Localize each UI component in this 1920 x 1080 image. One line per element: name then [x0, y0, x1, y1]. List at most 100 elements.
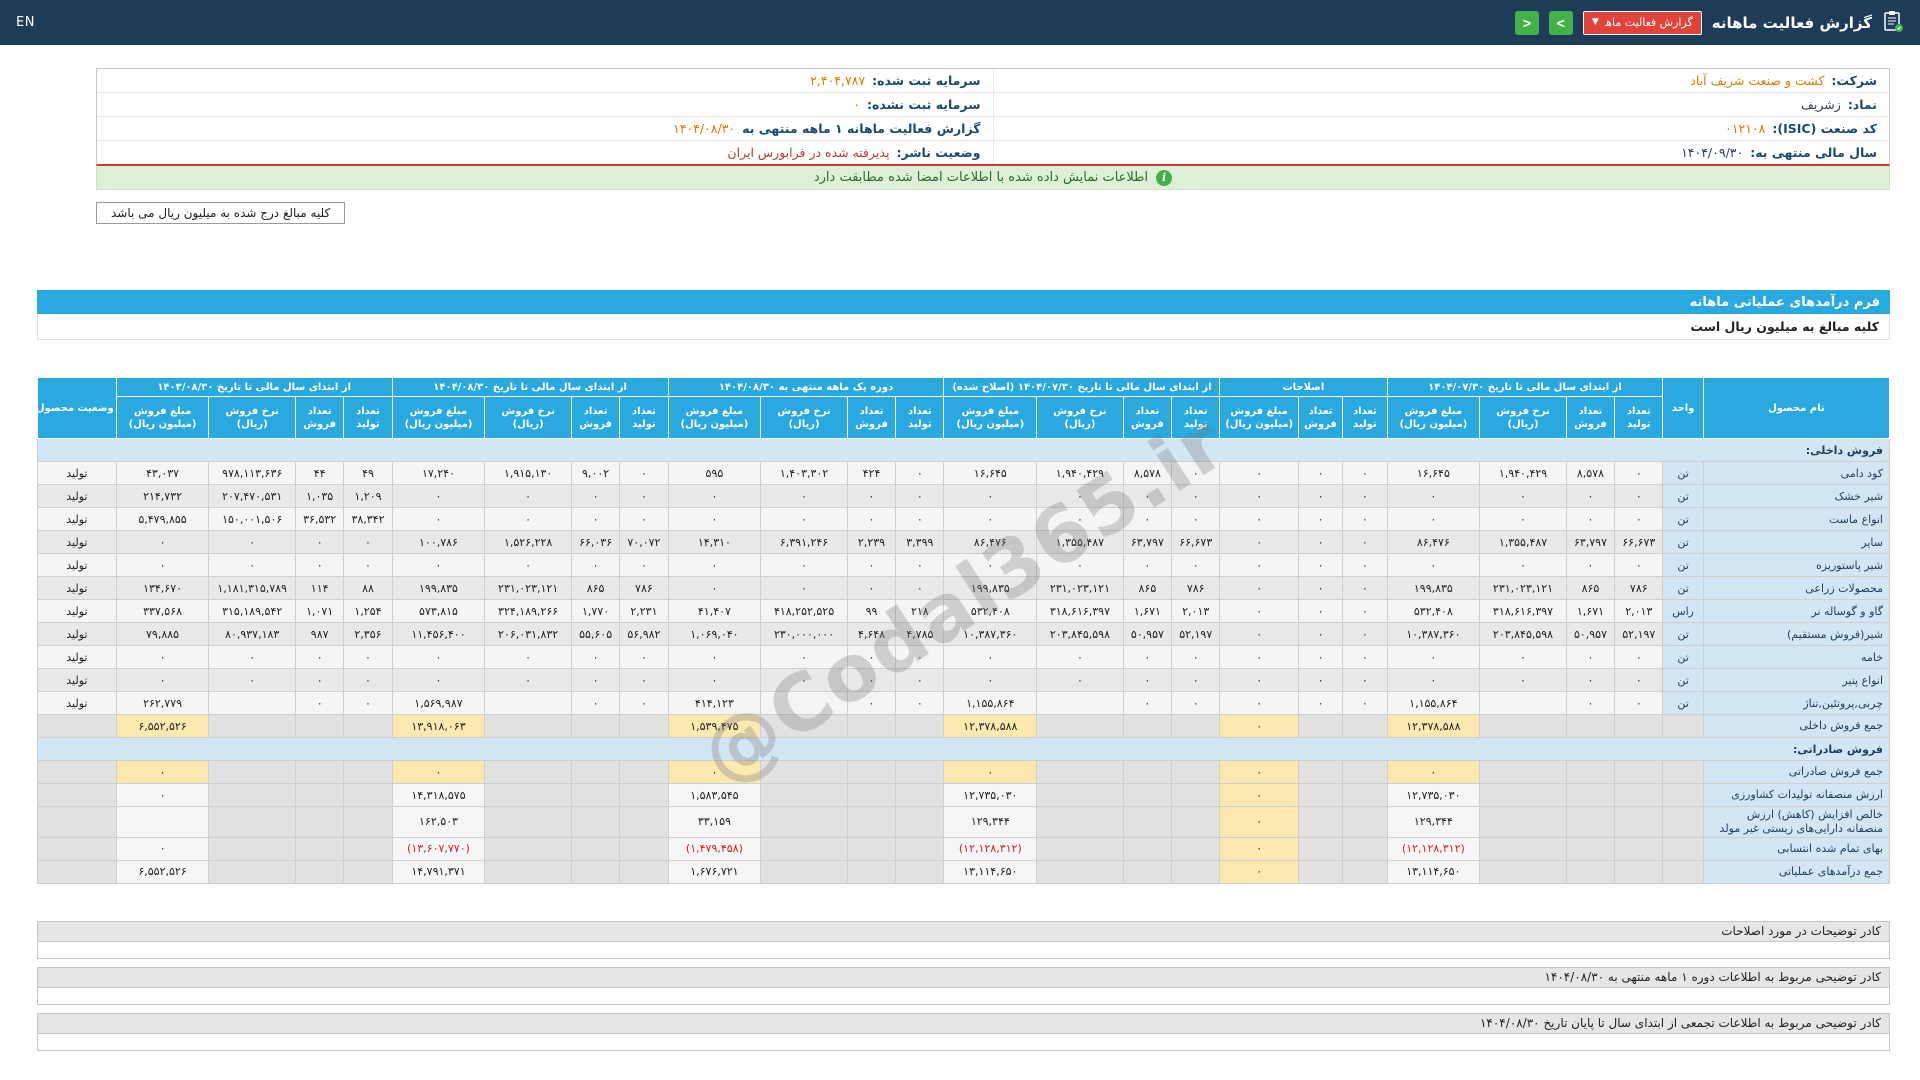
language-toggle[interactable]: EN	[16, 15, 35, 30]
previous-report-button[interactable]: >	[1515, 11, 1539, 35]
total-amount-cell: ۱۳,۱۱۴,۶۵۰	[944, 860, 1037, 883]
footnote-header-2: کادر توضیحی مربوط به اطلاعات تجمعی از اب…	[37, 1013, 1890, 1034]
chevron-down-icon: ▼	[1592, 18, 1599, 27]
blank-cell	[896, 715, 944, 738]
blank-cell	[571, 715, 619, 738]
value-cell: ۰	[295, 554, 343, 577]
value-cell: ۰	[344, 692, 392, 715]
value-cell: ۰	[1123, 485, 1171, 508]
group-header-1: اصلاحات	[1220, 378, 1387, 397]
value-cell: ۲۱۴,۷۳۲	[116, 485, 209, 508]
report-type-select[interactable]: گزارش فعالیت ماهانه ▼	[1583, 11, 1702, 35]
value-cell: ۰	[668, 508, 761, 531]
info-label: شرکت:	[1831, 73, 1877, 88]
product-row: انواع ماستتن۰۰۰۰۰۰۰۰۰۰۰۰۰۰۰۰۰۰۰۳۸,۳۴۲۳۶,…	[38, 508, 1890, 531]
value-cell: ۰	[1566, 508, 1614, 531]
value-cell: ۰	[1566, 669, 1614, 692]
blank-cell	[1298, 715, 1342, 738]
blank-cell	[571, 860, 619, 883]
value-cell: ۰	[1172, 462, 1220, 485]
operations-table: نام محصولواحداز ابتدای سال مالی تا تاریخ…	[37, 377, 1890, 884]
value-cell: ۰	[1220, 692, 1299, 715]
value-cell: ۰	[1615, 554, 1663, 577]
total-amount-cell: ۰	[1387, 761, 1480, 784]
value-cell: ۱,۶۷۱	[1123, 600, 1171, 623]
info-item-issuer-status: وضعیت ناشر:پذیرفته شده در فرابورس ایران	[97, 141, 993, 164]
col-header-unit: واحد	[1663, 378, 1703, 439]
blank-cell	[38, 715, 117, 738]
total-amount-cell: ۳۳,۱۵۹	[668, 807, 761, 838]
total-amount-cell: ۱۲,۷۳۵,۰۳۰	[944, 784, 1037, 807]
value-cell: ۰	[344, 669, 392, 692]
blank-cell	[295, 784, 343, 807]
form-title-bar: فرم درآمدهای عملیاتی ماهانه	[37, 290, 1890, 314]
unit-cell: تن	[1663, 508, 1703, 531]
value-cell: ۰	[485, 508, 572, 531]
value-cell: ۸۶,۴۷۶	[1387, 531, 1480, 554]
value-cell: ۵۷۳,۸۱۵	[392, 600, 485, 623]
next-report-button[interactable]: <	[1549, 11, 1573, 35]
info-item-symbol: نماد:زشریف	[993, 93, 1890, 116]
value-cell: ۰	[1220, 462, 1299, 485]
value-cell: ۰	[1343, 508, 1387, 531]
page-title: گزارش فعالیت ماهانه	[1712, 14, 1872, 32]
value-cell: ۰	[1298, 577, 1342, 600]
product-name-cell: چربی,پروتئین,تناژ	[1703, 692, 1889, 715]
blank-cell	[485, 761, 572, 784]
blank-cell	[761, 784, 848, 807]
blank-cell	[1566, 837, 1614, 860]
info-value: زشریف	[1801, 97, 1841, 112]
blank-cell	[620, 761, 668, 784]
value-cell: ۴,۷۸۵	[896, 623, 944, 646]
status-cell: تولید	[38, 485, 117, 508]
blank-cell	[38, 807, 117, 838]
value-cell: ۰	[847, 577, 895, 600]
blank-cell	[761, 807, 848, 838]
value-cell: ۲,۲۳۱	[620, 600, 668, 623]
product-name-cell: کود دامی	[1703, 462, 1889, 485]
value-cell: ۴۴	[295, 462, 343, 485]
blank-cell	[847, 784, 895, 807]
total-row: ارزش منصفانه تولیدات کشاورزی۱۲,۷۳۵,۰۳۰۰۱…	[38, 784, 1890, 807]
total-amount-cell: ۱۲,۳۷۸,۵۸۸	[944, 715, 1037, 738]
status-cell: تولید	[38, 600, 117, 623]
group-header-5: از ابتدای سال مالی تا تاریخ ۱۴۰۳/۰۸/۳۰	[116, 378, 392, 397]
sub-header: نرخ فروش (ریال)	[209, 397, 296, 439]
value-cell: ۰	[1298, 646, 1342, 669]
value-cell: ۰	[1343, 600, 1387, 623]
value-cell: ۰	[1298, 531, 1342, 554]
value-cell: ۸۰,۹۳۷,۱۸۳	[209, 623, 296, 646]
product-row: شیر پاستوریزهتن۰۰۰۰۰۰۰۰۰۰۰۰۰۰۰۰۰۰۰۰۰۰۰تو…	[38, 554, 1890, 577]
info-value[interactable]: کشت و صنعت شریف آباد	[1690, 73, 1824, 88]
value-cell: ۳۱۵,۱۸۹,۵۴۲	[209, 600, 296, 623]
unit-cell: تن	[1663, 485, 1703, 508]
value-cell: ۰	[1343, 646, 1387, 669]
info-label: سال مالی منتهی به:	[1750, 145, 1877, 160]
value-cell: ۰	[1343, 462, 1387, 485]
value-cell	[761, 692, 848, 715]
footnote-header-0: کادر توضیحات در مورد اصلاحات	[37, 921, 1890, 942]
value-cell: ۰	[1343, 692, 1387, 715]
value-cell: ۸۶۵	[571, 577, 619, 600]
unit-cell: تن	[1663, 692, 1703, 715]
blank-cell	[620, 715, 668, 738]
value-cell: ۰	[209, 531, 296, 554]
product-name-cell: محصولات زراعی	[1703, 577, 1889, 600]
value-cell: ۰	[1387, 508, 1480, 531]
blank-cell	[1615, 837, 1663, 860]
value-cell: ۱,۱۵۵,۸۶۴	[944, 692, 1037, 715]
value-cell: ۳۱۸,۶۱۶,۳۹۷	[1480, 600, 1567, 623]
total-amount-cell: ۱,۵۸۳,۵۴۵	[668, 784, 761, 807]
value-cell: ۰	[847, 485, 895, 508]
value-cell: ۰	[571, 485, 619, 508]
value-cell: ۰	[896, 577, 944, 600]
blank-cell	[1037, 715, 1124, 738]
value-cell: ۰	[485, 669, 572, 692]
product-row: چربی,پروتئین,تناژتن۰۰۱,۱۵۵,۸۶۴۰۰۰۰۰۱,۱۵۵…	[38, 692, 1890, 715]
total-amount-cell: (۱۲,۱۲۸,۳۱۲)	[944, 837, 1037, 860]
value-cell	[1037, 692, 1124, 715]
report-clipboard-icon[interactable]	[1882, 9, 1904, 37]
value-cell: ۸۶۵	[1123, 577, 1171, 600]
product-row: سایرتن۶۶,۶۷۳۶۳,۷۹۷۱,۳۵۵,۴۸۷۸۶,۴۷۶۰۰۰۶۶,۶…	[38, 531, 1890, 554]
product-row: انواع پنیرتن۰۰۰۰۰۰۰۰۰۰۰۰۰۰۰۰۰۰۰۰۰۰۰تولید	[38, 669, 1890, 692]
